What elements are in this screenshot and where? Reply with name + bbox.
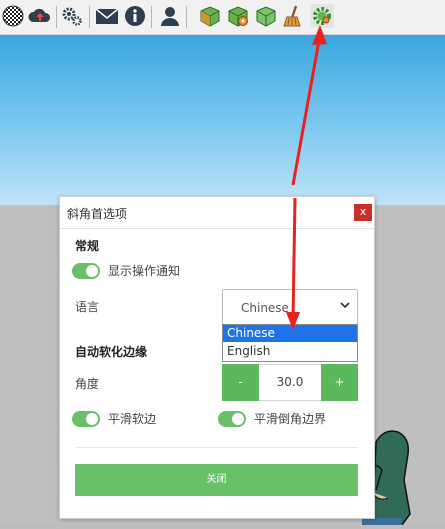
close-icon[interactable]: x — [354, 204, 372, 221]
toolbar-separator — [89, 6, 90, 28]
angle-increment-button[interactable]: + — [321, 364, 358, 401]
extension-shield-icon[interactable] — [254, 4, 278, 28]
preferences-dialog: 斜角首选项 x 常规 显示操作通知 语言 Chinese Chinese Eng… — [59, 196, 375, 519]
show-notifications-label: 显示操作通知 — [108, 264, 181, 278]
angle-decrement-button[interactable]: - — [222, 364, 259, 401]
section-general-heading: 常规 — [75, 239, 100, 253]
dialog-title: 斜角首选项 — [67, 207, 128, 221]
divider — [75, 447, 358, 448]
info-icon[interactable] — [123, 4, 147, 28]
close-button[interactable]: 关闭 — [75, 464, 358, 496]
extension-box-icon[interactable] — [198, 4, 222, 28]
chevron-down-icon — [340, 302, 350, 309]
dialog-titlebar: 斜角首选项 x — [60, 197, 374, 229]
toolbar-separator — [151, 6, 152, 28]
language-option-chinese[interactable]: Chinese — [223, 325, 357, 342]
toolbar — [0, 0, 445, 35]
show-notifications-toggle[interactable] — [72, 263, 100, 279]
smooth-soft-toggle[interactable] — [72, 411, 100, 427]
settings-gears-icon[interactable] — [60, 4, 84, 28]
angle-label: 角度 — [75, 377, 100, 391]
toolbar-separator — [186, 6, 187, 28]
language-label: 语言 — [75, 300, 100, 314]
extension-box-gear-icon[interactable] — [226, 4, 250, 28]
viewport-sky — [0, 35, 445, 205]
angle-input[interactable]: 30.0 — [259, 364, 321, 401]
globe-icon[interactable] — [1, 4, 25, 28]
user-icon[interactable] — [158, 4, 182, 28]
language-dropdown: Chinese English — [222, 324, 358, 362]
broom-icon[interactable] — [282, 4, 306, 28]
language-select-value: Chinese — [241, 301, 289, 315]
toolbar-separator — [56, 6, 57, 28]
gear-icon[interactable] — [310, 4, 334, 28]
cloud-upload-icon[interactable] — [28, 4, 52, 28]
angle-stepper: - 30.0 + — [222, 364, 358, 401]
language-select[interactable]: Chinese — [222, 289, 358, 325]
smooth-soft-label: 平滑软边 — [108, 412, 157, 426]
section-auto-soften-heading: 自动软化边缘 — [75, 345, 148, 359]
smooth-bevel-label: 平滑倒角边界 — [254, 412, 327, 426]
mail-icon[interactable] — [95, 4, 119, 28]
smooth-bevel-toggle[interactable] — [218, 411, 246, 427]
language-option-english[interactable]: English — [223, 343, 357, 360]
